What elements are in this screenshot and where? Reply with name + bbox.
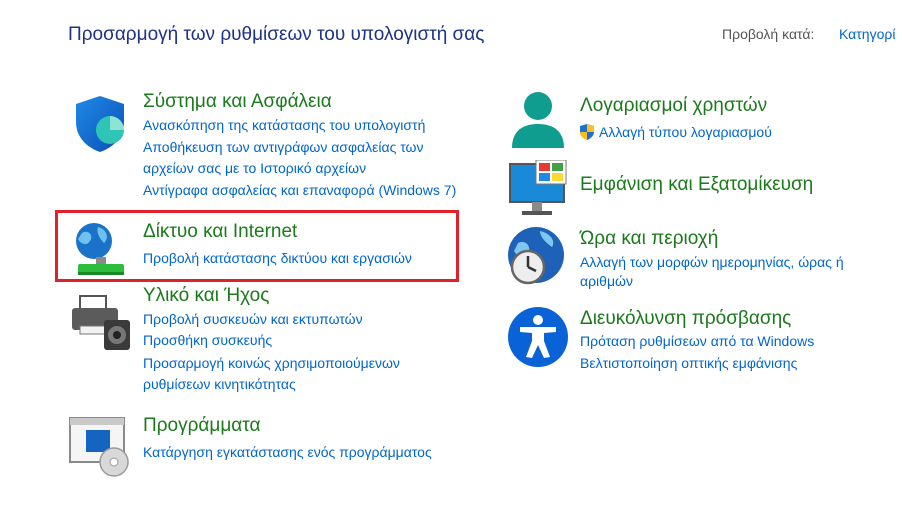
clock-region-icon bbox=[508, 227, 564, 285]
category-title[interactable]: Σύστημα και Ασφάλεια bbox=[143, 91, 332, 113]
network-globe-icon bbox=[76, 223, 124, 275]
link-change-account-type[interactable]: Αλλαγή τύπου λογαριασμού bbox=[599, 122, 772, 143]
category-title[interactable]: Εμφάνιση και Εξατομίκευση bbox=[580, 174, 813, 196]
link-recommend-settings[interactable]: Πρόταση ρυθμίσεων από τα Windows bbox=[580, 331, 814, 352]
link-network-status[interactable]: Προβολή κατάστασης δικτύου και εργασιών bbox=[143, 248, 412, 269]
link-file-history[interactable]: Αποθήκευση των αντιγράφων ασφαλείας των bbox=[143, 137, 423, 158]
category-title[interactable]: Δίκτυο και Internet bbox=[143, 221, 297, 243]
category-title[interactable]: Διευκόλυνση πρόσβασης bbox=[580, 308, 791, 330]
link-review-status[interactable]: Ανασκόπηση της κατάστασης του υπολογιστή bbox=[143, 115, 425, 136]
link-change-formats[interactable]: Αλλαγή των μορφών ημερομηνίας, ώρας ή bbox=[580, 252, 844, 273]
link-mobility-settings[interactable]: Προσαρμογή κοινώς χρησιμοποιούμενων bbox=[143, 353, 400, 374]
link-change-formats-cont[interactable]: αριθμών bbox=[580, 271, 633, 292]
programs-disc-icon bbox=[69, 417, 129, 477]
link-backup-restore[interactable]: Αντίγραφα ασφαλείας και επαναφορά (Windo… bbox=[143, 180, 456, 201]
shield-security-icon bbox=[76, 96, 124, 152]
link-file-history-cont[interactable]: αρχείων σας με το Ιστορικό αρχείων bbox=[143, 158, 366, 179]
link-optimize-visual[interactable]: Βελτιστοποίηση οπτικής εμφάνισης bbox=[580, 353, 797, 374]
accessibility-icon bbox=[508, 307, 568, 367]
category-title[interactable]: Προγράμματα bbox=[143, 415, 261, 437]
uac-shield-icon bbox=[580, 124, 594, 140]
link-mobility-settings-cont[interactable]: ρυθμίσεων κινητικότητας bbox=[143, 374, 296, 395]
link-devices-printers[interactable]: Προβολή συσκευών και εκτυπωτών bbox=[143, 309, 363, 330]
view-by-label: Προβολή κατά: bbox=[722, 26, 815, 42]
category-title[interactable]: Ώρα και περιοχή bbox=[580, 228, 718, 250]
user-accounts-icon bbox=[512, 92, 564, 148]
view-by-dropdown[interactable]: Κατηγορί bbox=[839, 26, 895, 42]
category-title[interactable]: Υλικό και Ήχος bbox=[143, 285, 269, 307]
printer-speaker-icon bbox=[72, 295, 130, 350]
appearance-monitor-icon bbox=[509, 160, 567, 215]
page-title: Προσαρμογή των ρυθμίσεων του υπολογιστή … bbox=[68, 24, 485, 45]
category-title[interactable]: Λογαριασμοί χρηστών bbox=[580, 95, 767, 117]
link-uninstall-program[interactable]: Κατάργηση εγκατάστασης ενός προγράμματος bbox=[143, 442, 432, 463]
link-add-device[interactable]: Προσθήκη συσκευής bbox=[143, 330, 272, 351]
